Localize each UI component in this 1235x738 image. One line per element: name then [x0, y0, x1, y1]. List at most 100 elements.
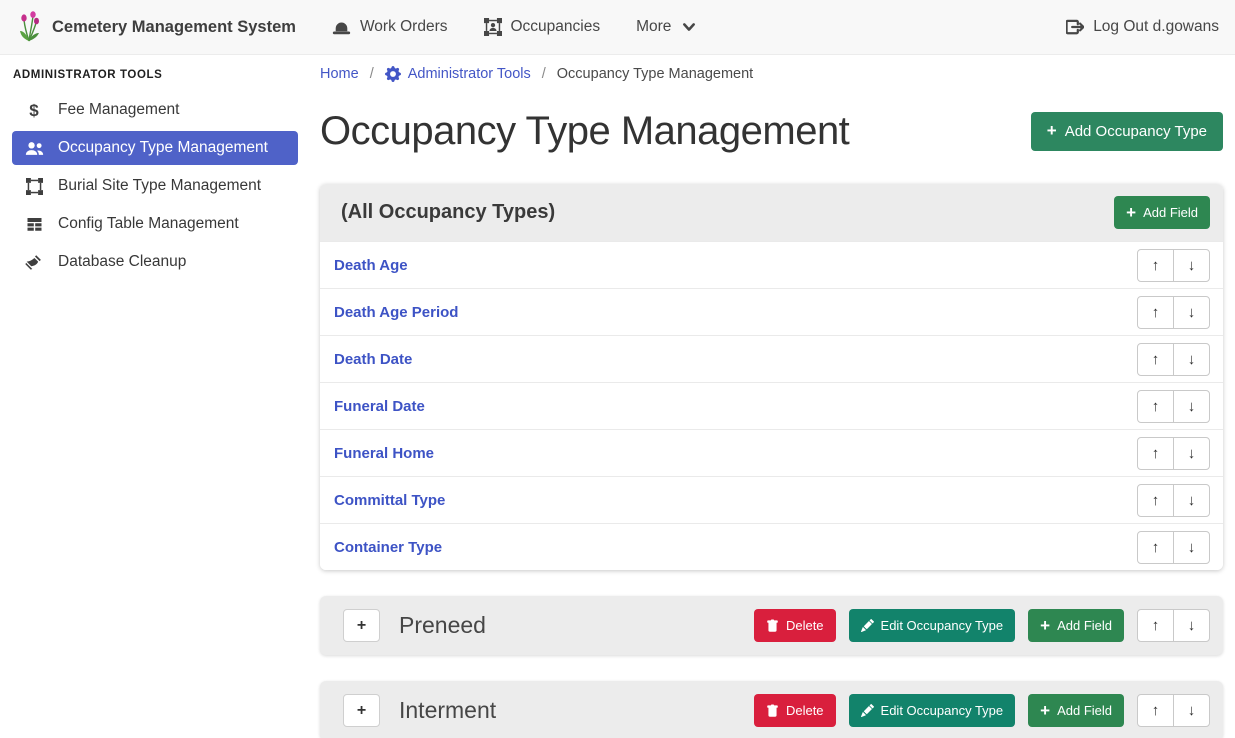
field-link-funeral-home[interactable]: Funeral Home: [334, 445, 434, 462]
field-link-container-type[interactable]: Container Type: [334, 539, 442, 556]
move-up-button[interactable]: ↑: [1137, 343, 1174, 376]
users-icon: [23, 141, 45, 156]
app-title: Cemetery Management System: [52, 18, 296, 37]
sidebar-item-label: Fee Management: [58, 101, 180, 119]
breadcrumb: Home / Administrator Tools / Occupancy T…: [320, 66, 1223, 82]
down-arrow-icon: ↓: [1188, 351, 1196, 368]
move-up-button[interactable]: ↑: [1137, 437, 1174, 470]
down-arrow-icon: ↓: [1188, 304, 1196, 321]
sidebar-heading: ADMINISTRATOR TOOLS: [13, 69, 310, 81]
reorder-buttons: ↑ ↓: [1137, 296, 1210, 329]
section-actions: Delete Edit Occupancy Type + Add Field ↑…: [754, 694, 1210, 727]
nav-item-label: Work Orders: [360, 18, 448, 36]
trash-icon: [766, 704, 779, 718]
delete-label: Delete: [786, 618, 824, 633]
delete-button[interactable]: Delete: [754, 609, 836, 642]
move-up-button[interactable]: ↑: [1137, 609, 1174, 642]
up-arrow-icon: ↑: [1152, 257, 1160, 274]
move-up-button[interactable]: ↑: [1137, 296, 1174, 329]
chevron-down-icon: [682, 21, 696, 33]
up-arrow-icon: ↑: [1152, 351, 1160, 368]
panel-title: (All Occupancy Types): [341, 201, 555, 224]
reorder-buttons: ↑ ↓: [1137, 531, 1210, 564]
move-down-button[interactable]: ↓: [1173, 296, 1210, 329]
sidebar-item-occupancy-type-management[interactable]: Occupancy Type Management: [12, 131, 298, 165]
sidebar-item-fee-management[interactable]: $ Fee Management: [12, 93, 298, 127]
logout-button[interactable]: Log Out d.gowans: [1066, 18, 1219, 36]
section-actions: Delete Edit Occupancy Type + Add Field ↑…: [754, 609, 1210, 642]
expand-button[interactable]: +: [343, 609, 380, 642]
add-occupancy-type-label: Add Occupancy Type: [1065, 123, 1207, 140]
field-link-committal-type[interactable]: Committal Type: [334, 492, 445, 509]
reorder-buttons: ↑ ↓: [1137, 694, 1210, 727]
portrait-frame-icon: [484, 18, 502, 36]
field-link-death-date[interactable]: Death Date: [334, 351, 412, 368]
move-up-button[interactable]: ↑: [1137, 484, 1174, 517]
sidebar-item-database-cleanup[interactable]: Database Cleanup: [12, 245, 298, 279]
sign-out-icon: [1066, 18, 1084, 36]
plus-icon: +: [1126, 204, 1136, 221]
add-field-button[interactable]: + Add Field: [1114, 196, 1210, 229]
breadcrumb-current: Occupancy Type Management: [557, 66, 753, 82]
gear-icon: [385, 66, 401, 82]
move-up-button[interactable]: ↑: [1137, 694, 1174, 727]
trash-icon: [766, 619, 779, 633]
up-arrow-icon: ↑: [1152, 445, 1160, 462]
move-down-button[interactable]: ↓: [1173, 531, 1210, 564]
field-row: Container Type ↑ ↓: [320, 523, 1223, 570]
add-field-button[interactable]: + Add Field: [1028, 609, 1124, 642]
edit-occupancy-type-button[interactable]: Edit Occupancy Type: [849, 694, 1016, 727]
brand[interactable]: Cemetery Management System: [16, 11, 296, 43]
section-title: Interment: [399, 697, 496, 724]
tulip-logo-icon: [16, 11, 42, 43]
pencil-icon: [861, 619, 874, 632]
move-down-button[interactable]: ↓: [1173, 609, 1210, 642]
sidebar-item-config-table-management[interactable]: Config Table Management: [12, 207, 298, 241]
move-down-button[interactable]: ↓: [1173, 484, 1210, 517]
plus-icon: +: [357, 617, 366, 635]
move-up-button[interactable]: ↑: [1137, 249, 1174, 282]
edit-occupancy-type-button[interactable]: Edit Occupancy Type: [849, 609, 1016, 642]
field-link-death-age-period[interactable]: Death Age Period: [334, 304, 458, 321]
occupancy-type-section-preneed: + Preneed Delete Edit Occupancy Type +: [320, 596, 1223, 655]
nav-item-work-orders[interactable]: Work Orders: [332, 18, 448, 36]
plus-icon: +: [357, 702, 366, 720]
breadcrumb-separator: /: [542, 66, 546, 82]
down-arrow-icon: ↓: [1188, 617, 1196, 634]
field-link-death-age[interactable]: Death Age: [334, 257, 408, 274]
sidebar-item-burial-site-type-management[interactable]: Burial Site Type Management: [12, 169, 298, 203]
breadcrumb-separator: /: [370, 66, 374, 82]
delete-button[interactable]: Delete: [754, 694, 836, 727]
move-down-button[interactable]: ↓: [1173, 390, 1210, 423]
up-arrow-icon: ↑: [1152, 398, 1160, 415]
nav-item-more[interactable]: More: [636, 18, 696, 36]
move-down-button[interactable]: ↓: [1173, 694, 1210, 727]
nav-item-occupancies[interactable]: Occupancies: [484, 18, 601, 36]
move-up-button[interactable]: ↑: [1137, 390, 1174, 423]
main-content: Home / Administrator Tools / Occupancy T…: [310, 55, 1235, 738]
up-arrow-icon: ↑: [1152, 617, 1160, 634]
field-row: Funeral Date ↑ ↓: [320, 382, 1223, 429]
breadcrumb-admin-tools-label: Administrator Tools: [408, 66, 531, 82]
field-row: Death Date ↑ ↓: [320, 335, 1223, 382]
move-down-button[interactable]: ↓: [1173, 437, 1210, 470]
move-up-button[interactable]: ↑: [1137, 531, 1174, 564]
add-field-button[interactable]: + Add Field: [1028, 694, 1124, 727]
field-row: Death Age ↑ ↓: [320, 241, 1223, 288]
page-title: Occupancy Type Management: [320, 106, 849, 156]
breadcrumb-home-link[interactable]: Home: [320, 66, 359, 82]
move-down-button[interactable]: ↓: [1173, 249, 1210, 282]
expand-button[interactable]: +: [343, 694, 380, 727]
down-arrow-icon: ↓: [1188, 492, 1196, 509]
field-link-funeral-date[interactable]: Funeral Date: [334, 398, 425, 415]
plus-icon: +: [1040, 617, 1050, 634]
breadcrumb-admin-tools-link[interactable]: Administrator Tools: [385, 66, 531, 82]
field-row: Funeral Home ↑ ↓: [320, 429, 1223, 476]
add-occupancy-type-button[interactable]: + Add Occupancy Type: [1031, 112, 1223, 151]
edit-label: Edit Occupancy Type: [881, 618, 1004, 633]
all-occupancy-types-panel: (All Occupancy Types) + Add Field Death …: [320, 184, 1223, 570]
sidebar-item-label: Occupancy Type Management: [58, 139, 268, 157]
up-arrow-icon: ↑: [1152, 539, 1160, 556]
move-down-button[interactable]: ↓: [1173, 343, 1210, 376]
down-arrow-icon: ↓: [1188, 445, 1196, 462]
